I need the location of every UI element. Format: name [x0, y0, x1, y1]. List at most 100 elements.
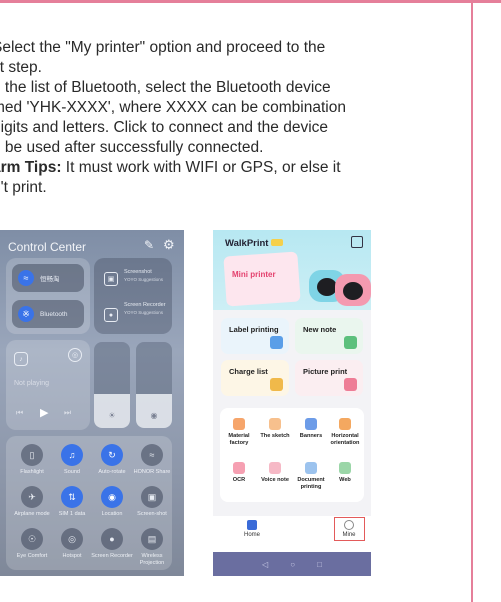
instruction-line: n't print. [0, 179, 47, 196]
recents-icon[interactable]: □ [317, 560, 322, 569]
screenshot-icon[interactable]: ▣ [141, 486, 163, 508]
tab-home[interactable]: Home [235, 520, 269, 538]
record-icon[interactable]: ● [101, 528, 123, 550]
toggle-label: Location [101, 511, 123, 517]
instruction-line: n the list of Bluetooth, select the Blue… [0, 79, 331, 96]
recorder-shortcut[interactable]: Screen Recorder YOYO Suggestions [124, 302, 168, 316]
location-icon[interactable]: ◉ [101, 486, 123, 508]
charge-list-card[interactable]: Charge list [221, 360, 289, 396]
bluetooth-icon: ※ [18, 306, 34, 322]
recorder-label: Screen Recorder [124, 302, 166, 308]
material-icon [233, 418, 245, 430]
instruction-line: xt step. [0, 59, 42, 76]
toggle-label: Sound [64, 469, 80, 475]
label-icon [270, 336, 283, 349]
data-icon[interactable]: ⇅ [61, 486, 83, 508]
shortcuts-tile: ▣ Screenshot YOYO Suggestions ● Screen R… [94, 258, 172, 334]
wifi-icon: ≈ [18, 270, 34, 286]
document-printing-tool[interactable]: Document printing [294, 462, 328, 490]
right-divider [471, 0, 473, 602]
toggle-label: Hotspot [62, 553, 82, 559]
warm-tips: arm Tips: It must work with WIFI or GPS,… [0, 158, 467, 178]
sketch-icon [269, 418, 281, 430]
play-icon[interactable]: ▶ [40, 406, 48, 419]
tool-label: The sketch [260, 433, 290, 439]
instruction-text: Select the "My printer" option and proce… [0, 38, 467, 198]
recorder-icon[interactable]: ● [104, 308, 118, 322]
ocr-tool[interactable]: OCR [222, 462, 256, 484]
media-tile: ♪ ◎ Not playing ⏮ ▶ ⏭ [6, 340, 90, 430]
connectivity-tile: ≈ 恒畅淘 ※ Bluetooth [6, 258, 90, 334]
app-header: WalkPrint Mini printer [213, 230, 371, 310]
bell-icon[interactable]: ♫ [61, 444, 83, 466]
web-tool[interactable]: Web [328, 462, 362, 484]
screenshot-sub: YOYO Suggestions [124, 277, 164, 282]
tools-panel: Material factory The sketch Banners Hori… [220, 408, 364, 502]
screenshot-shortcut[interactable]: Screenshot YOYO Suggestions [124, 269, 168, 283]
banners-tool[interactable]: Banners [294, 418, 328, 440]
new-note-card[interactable]: New note [295, 318, 363, 354]
document-icon [305, 462, 317, 474]
edit-icon[interactable]: ✎ [144, 238, 154, 252]
share-icon[interactable]: ≈ [141, 444, 163, 466]
rotate-icon[interactable]: ↻ [101, 444, 123, 466]
gear-icon[interactable]: ⚙ [163, 237, 175, 253]
projection-icon[interactable]: ▤ [141, 528, 163, 550]
banner-card[interactable] [223, 251, 301, 307]
scan-icon[interactable] [351, 236, 363, 248]
instruction-line: Select the "My printer" option and proce… [0, 39, 326, 56]
screenshot-icon[interactable]: ▣ [104, 272, 118, 286]
home-nav-icon[interactable]: ○ [290, 560, 295, 569]
bluetooth-toggle[interactable]: ※ Bluetooth [12, 300, 84, 328]
flashlight-icon[interactable]: ▯ [21, 444, 43, 466]
home-icon [247, 520, 257, 530]
banner-text: Mini printer [232, 270, 276, 279]
app-title: WalkPrint [225, 238, 269, 249]
eye-icon[interactable]: ☉ [21, 528, 43, 550]
toggles-tile: ▯ Flashlight ♫ Sound ↻ Auto-rotate ≈ HONOR Shar… [6, 436, 172, 570]
top-border [0, 0, 501, 3]
toggle-label: Airplane mode [14, 511, 50, 517]
app-badge [271, 239, 283, 246]
control-center-screenshot: Control Center ✎ ⚙ ≈ 恒畅淘 ※ Bluetooth ▣ S… [0, 230, 184, 576]
instruction-line: med 'YHK-XXXX', where XXXX can be combin… [0, 99, 346, 116]
tips-text: It must work with WIFI or GPS, or else i… [61, 159, 341, 176]
card-label: Charge list [229, 367, 268, 376]
back-icon[interactable]: ◁ [262, 560, 268, 569]
toggle-label: Eye Comfort [16, 553, 48, 559]
toggle-label: Flashlight [20, 469, 44, 475]
instruction-line: n be used after successfully connected. [0, 139, 264, 156]
voice-note-tool[interactable]: Voice note [258, 462, 292, 484]
wifi-toggle[interactable]: ≈ 恒畅淘 [12, 264, 84, 292]
sun-icon: ☀ [108, 411, 116, 420]
brightness-slider[interactable]: ☀ [94, 342, 130, 428]
volume-slider[interactable]: ◉ [136, 342, 172, 428]
label-printing-card[interactable]: Label printing [221, 318, 289, 354]
card-label: Label printing [229, 325, 279, 334]
picture-print-card[interactable]: Picture print [295, 360, 363, 396]
tool-label: Material factory [228, 433, 250, 446]
sketch-tool[interactable]: The sketch [258, 418, 292, 440]
tool-label: Banners [299, 433, 323, 439]
system-nav-bar: ◁ ○ □ [213, 552, 371, 576]
toggle-label: Auto-rotate [98, 469, 126, 475]
list-icon [270, 378, 283, 391]
previous-icon[interactable]: ⏮ [16, 408, 23, 418]
horizontal-orientation-tool[interactable]: Horizontal orientation [328, 418, 362, 446]
material-factory-tool[interactable]: Material factory [222, 418, 256, 446]
hotspot-icon[interactable]: ◎ [61, 528, 83, 550]
control-center-title: Control Center [8, 240, 87, 254]
tool-label: Horizontal orientation [330, 433, 360, 446]
airplane-icon[interactable]: ✈ [21, 486, 43, 508]
banners-icon [305, 418, 317, 430]
cast-icon[interactable]: ◎ [68, 348, 82, 362]
next-icon[interactable]: ⏭ [64, 408, 71, 418]
walkprint-app-screenshot: WalkPrint Mini printer Label printing Ne… [213, 230, 371, 576]
toggle-label: HONOR Share [133, 469, 171, 475]
speaker-icon: ◉ [150, 411, 158, 420]
printer-illustration [335, 274, 371, 306]
card-label: New note [303, 325, 337, 334]
picture-icon [344, 378, 357, 391]
tool-label: OCR [232, 477, 246, 483]
recorder-sub: YOYO Suggestions [124, 310, 164, 315]
